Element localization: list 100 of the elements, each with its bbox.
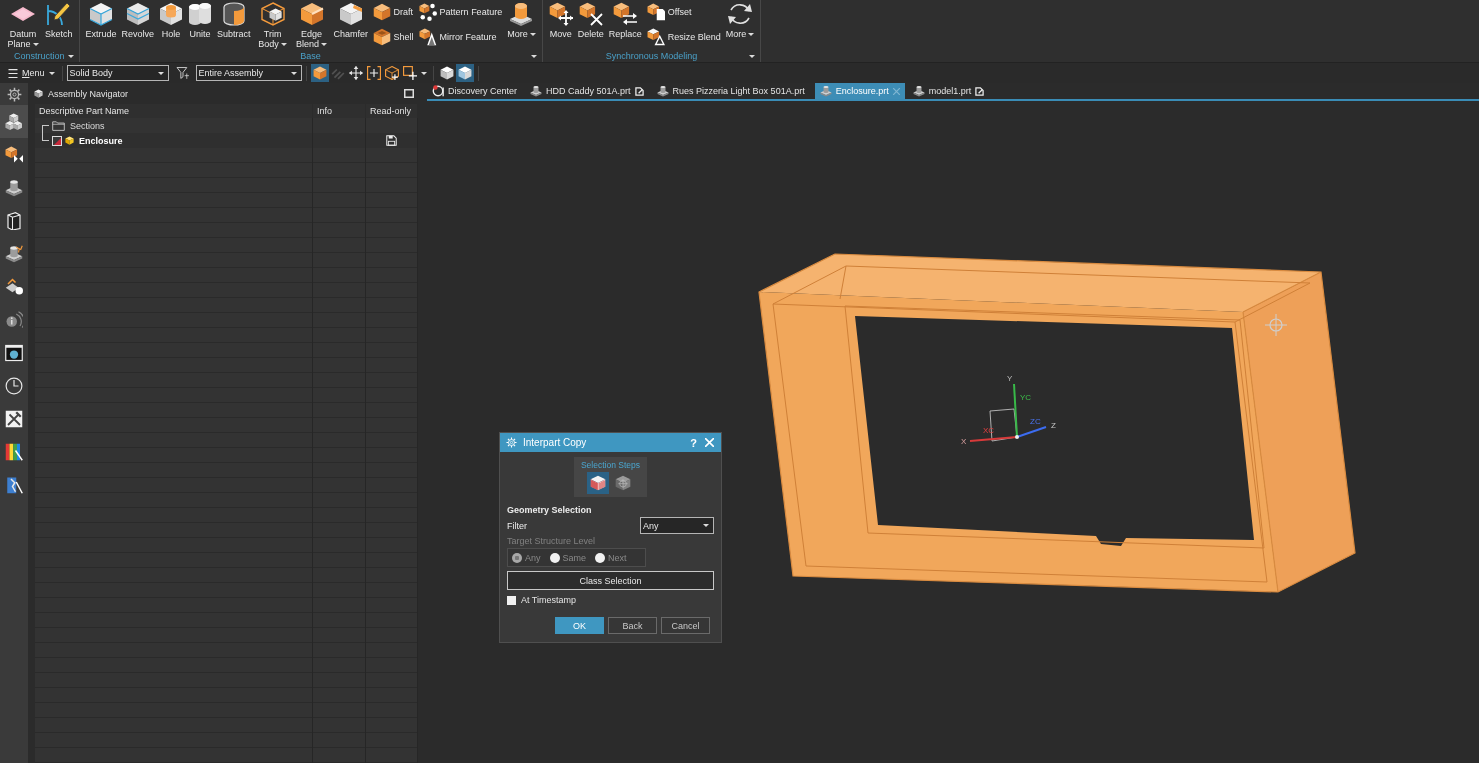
ribbon-button[interactable]: Pattern Feature (418, 2, 503, 22)
cube-icon (65, 136, 74, 145)
panel-label: Selection Steps (580, 460, 641, 470)
ribbon-button[interactable]: Datum Plane (4, 0, 42, 49)
axis-label: XC (983, 426, 995, 435)
cube-icon (159, 2, 184, 26)
caret-icon (157, 71, 164, 75)
filter-icon (175, 66, 190, 80)
caret-icon (703, 524, 709, 527)
cube-icon (5, 145, 23, 164)
ribbon-button[interactable]: Shell (372, 27, 414, 47)
caret-icon[interactable] (749, 54, 756, 58)
ribbon-button[interactable]: Mirror Feature (418, 27, 503, 47)
clock-icon (5, 376, 23, 395)
ribbon-button[interactable]: Hole (157, 0, 186, 39)
ribbon-button[interactable]: Offset (646, 2, 721, 22)
dialog-button[interactable]: Back (608, 617, 657, 634)
delete-icon (578, 2, 603, 26)
window-icon (5, 343, 23, 362)
ribbon-button[interactable]: Sketch (43, 0, 75, 39)
ribbon-button[interactable]: Chamfer (331, 0, 370, 39)
cube-icon (372, 28, 391, 46)
group-label: Synchronous Modeling (605, 50, 698, 62)
group-label: Base (300, 50, 321, 62)
ribbon-button[interactable]: Edge Blend (292, 0, 331, 49)
ribbon-button[interactable]: Replace (606, 0, 644, 39)
filter-dropdown[interactable]: Any (640, 517, 714, 534)
cube-icon (439, 66, 454, 80)
document-tab[interactable]: Enclosure.prt (814, 83, 905, 99)
move-icon (548, 2, 573, 26)
block-icon (125, 2, 150, 26)
cylinder-icon (188, 2, 213, 26)
blocks-icon (5, 112, 23, 131)
folder-icon (52, 120, 65, 131)
dialog-button[interactable]: Cancel (661, 617, 710, 634)
document-tab[interactable]: Rues Pizzeria Light Box 501A.prt (653, 83, 810, 99)
ribbon-button[interactable]: More (505, 0, 538, 39)
tool-button[interactable] (310, 64, 329, 82)
section-heading: Geometry Selection (507, 505, 592, 515)
crosshair-icon (402, 66, 417, 80)
tree-item[interactable]: Sections (70, 120, 105, 131)
palette-icon (5, 442, 23, 461)
menu-icon (8, 68, 18, 78)
tools-icon (5, 409, 23, 428)
ribbon-button[interactable]: Revolve (119, 0, 157, 39)
gear-icon (6, 86, 22, 102)
checkbox-option[interactable]: At Timestamp (507, 595, 576, 605)
figure-icon (5, 475, 23, 494)
caret-icon[interactable] (530, 54, 537, 58)
part-icon (5, 277, 23, 296)
swap-icon (613, 2, 638, 26)
tool-button[interactable] (400, 64, 419, 82)
document-tab[interactable]: model1.prt (909, 83, 990, 99)
crosshair-icon (366, 66, 381, 80)
ribbon-button[interactable]: Subtract (215, 0, 253, 39)
type-filter-dropdown[interactable]: Solid Body (66, 65, 169, 81)
gear-icon (506, 437, 517, 448)
part-icon (912, 85, 925, 97)
tree-item[interactable]: Enclosure (79, 135, 123, 146)
cube-icon (384, 66, 399, 80)
save-icon (386, 135, 397, 146)
ribbon-button[interactable]: More (723, 0, 757, 39)
caret-icon[interactable] (420, 71, 427, 75)
cube-icon (457, 66, 472, 80)
ribbon-button[interactable]: Extrude (83, 0, 119, 39)
checkbox[interactable] (52, 135, 62, 146)
ribbon-button[interactable]: Delete (575, 0, 606, 39)
tool-button[interactable] (364, 64, 383, 82)
dialog-title: Interpart Copy (523, 437, 588, 448)
ribbon-button[interactable]: Draft (372, 2, 414, 22)
field-label: Filter (507, 520, 527, 531)
caret-icon[interactable] (67, 54, 74, 58)
ribbon-button[interactable]: Resize Blend (646, 27, 721, 47)
cube-icon (646, 28, 665, 46)
ribbon-button[interactable]: Move (546, 0, 575, 39)
cube-icon (615, 475, 631, 491)
part-icon (530, 85, 543, 97)
ribbon-button[interactable]: Trim Body (253, 0, 292, 49)
tool-button[interactable] (382, 64, 401, 82)
plane-icon (11, 7, 35, 21)
scope-dropdown[interactable]: Entire Assembly (195, 65, 302, 81)
maximize-icon[interactable] (404, 89, 414, 98)
cylinder-icon (509, 2, 534, 26)
sidebar-button[interactable] (0, 105, 28, 138)
ribbon-button[interactable]: Unite (186, 0, 215, 39)
info-icon (5, 310, 23, 329)
tool-button[interactable] (455, 64, 474, 82)
class-selection-button[interactable]: Class Selection (507, 571, 714, 590)
document-tab[interactable]: Discovery Center (429, 83, 523, 99)
part-icon (5, 178, 23, 197)
document-tab[interactable]: HDD Caddy 501A.prt (527, 83, 649, 99)
caret-icon (48, 71, 55, 75)
mirror-icon (418, 28, 437, 46)
cube-icon (260, 2, 285, 26)
axis-label: Y (1007, 374, 1013, 383)
step-button[interactable] (587, 472, 609, 494)
arrows-icon (348, 66, 363, 80)
box-icon (5, 211, 23, 230)
menu-button[interactable]: Menu (5, 64, 58, 82)
field-label: Target Structure Level (507, 536, 596, 546)
